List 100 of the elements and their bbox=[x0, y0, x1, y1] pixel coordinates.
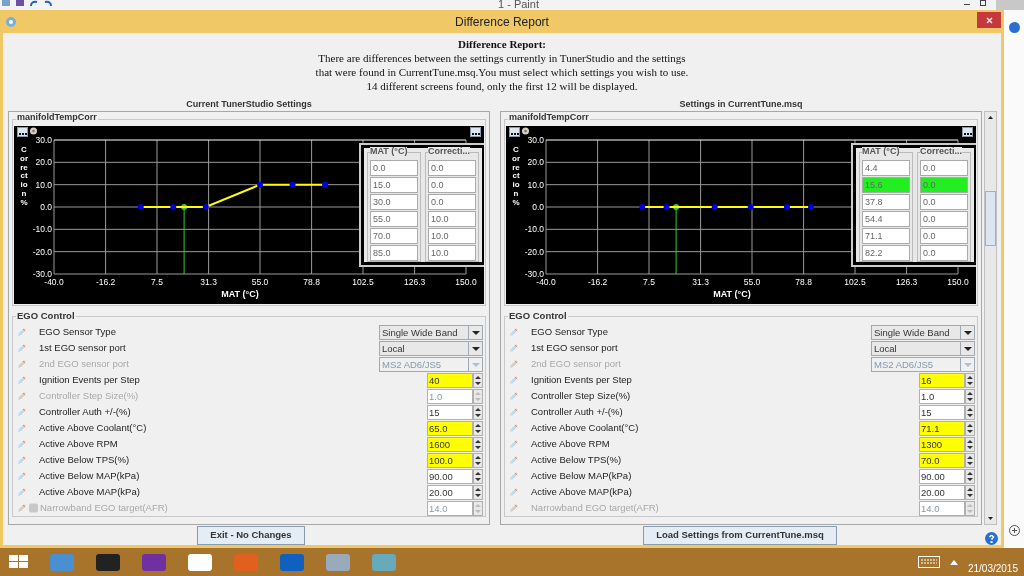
spinner-arrows-icon[interactable] bbox=[473, 420, 483, 436]
dropdown[interactable]: Local bbox=[379, 340, 483, 356]
expand-button[interactable] bbox=[17, 127, 28, 137]
close-button[interactable] bbox=[977, 12, 1001, 28]
spinner-arrows-icon[interactable] bbox=[473, 436, 483, 452]
number-field[interactable]: 70.0 bbox=[919, 452, 965, 468]
setting-label: Narrowband EGO target(AFR) bbox=[40, 500, 168, 515]
spinner-arrows-icon[interactable] bbox=[965, 484, 975, 500]
clock-date[interactable]: 21/03/2015 bbox=[967, 560, 1018, 576]
table-cell[interactable]: 71.1 bbox=[862, 228, 910, 244]
curve-point[interactable] bbox=[663, 204, 670, 210]
setting-label: 2nd EGO sensor port bbox=[39, 356, 129, 371]
number-field[interactable]: 71.1 bbox=[919, 420, 965, 436]
spinner-arrows-icon[interactable] bbox=[965, 388, 975, 404]
spinner-arrows-icon[interactable] bbox=[965, 404, 975, 420]
number-field[interactable]: 1300 bbox=[919, 436, 965, 452]
table-cell[interactable]: 0.0 bbox=[428, 194, 476, 210]
number-field[interactable]: 65.0 bbox=[427, 420, 473, 436]
spinner-arrows-icon[interactable] bbox=[473, 484, 483, 500]
table-cell[interactable]: 0.0 bbox=[920, 160, 968, 176]
load-settings-button[interactable]: Load Settings from CurrentTune.msq bbox=[643, 525, 837, 545]
setting-label: Active Below TPS(%) bbox=[39, 452, 130, 467]
setting-label: Active Above RPM bbox=[531, 436, 610, 451]
number-field[interactable]: 90.00 bbox=[919, 468, 965, 484]
number-field[interactable]: 16 bbox=[919, 372, 965, 388]
spinner-arrows-icon[interactable] bbox=[473, 372, 483, 388]
undo-icon[interactable] bbox=[30, 0, 38, 6]
scrollbar[interactable] bbox=[984, 111, 997, 525]
number-field[interactable]: 100.0 bbox=[427, 452, 473, 468]
setting-label: Active Below MAP(kPa) bbox=[39, 468, 140, 483]
spinner-arrows-icon[interactable] bbox=[473, 452, 483, 468]
panel-heading: Current TunerStudio Settings bbox=[185, 98, 313, 111]
table-cell[interactable]: 10.0 bbox=[428, 211, 476, 227]
caret-icon bbox=[468, 325, 482, 339]
number-field[interactable]: 15 bbox=[427, 404, 473, 420]
restore-icon[interactable] bbox=[980, 0, 986, 6]
table-cell[interactable]: 55.0 bbox=[370, 211, 418, 227]
number-field[interactable]: 20.00 bbox=[427, 484, 473, 500]
redo-icon[interactable] bbox=[44, 0, 52, 6]
spinner-arrows-icon[interactable] bbox=[473, 468, 483, 484]
keyboard-icon[interactable] bbox=[917, 556, 940, 568]
axis-tick-label: 10.0 bbox=[527, 179, 544, 190]
table-cell[interactable]: 10.0 bbox=[428, 228, 476, 244]
spinner-arrows-icon[interactable] bbox=[965, 420, 975, 436]
table-cell[interactable]: 15.0 bbox=[370, 177, 418, 193]
table-cell[interactable]: 0.0 bbox=[920, 194, 968, 210]
curve-point[interactable] bbox=[639, 204, 646, 210]
number-field[interactable]: 40 bbox=[427, 372, 473, 388]
table-cell[interactable]: 70.0 bbox=[370, 228, 418, 244]
group-title: EGO Control bbox=[16, 311, 76, 321]
options-button[interactable] bbox=[962, 127, 973, 137]
windows-icon[interactable] bbox=[9, 555, 29, 569]
dropdown[interactable]: Single Wide Band bbox=[379, 324, 483, 340]
table-cell[interactable]: 0.0 bbox=[428, 177, 476, 193]
column-header: MAT (°C) bbox=[862, 147, 900, 156]
options-button[interactable] bbox=[470, 127, 481, 137]
x-axis-label: MAT (°C) bbox=[221, 289, 259, 299]
caret-icon bbox=[468, 357, 482, 371]
table-cell[interactable]: 82.2 bbox=[862, 245, 910, 261]
table-cell[interactable]: 0.0 bbox=[920, 245, 968, 261]
spinner-arrows-icon[interactable] bbox=[965, 436, 975, 452]
curve-point[interactable] bbox=[202, 204, 209, 210]
dropdown[interactable]: Local bbox=[871, 340, 975, 356]
expand-button[interactable] bbox=[509, 127, 520, 137]
number-field[interactable]: 15 bbox=[919, 404, 965, 420]
curve-point[interactable] bbox=[711, 204, 718, 210]
curve-point[interactable] bbox=[783, 204, 790, 210]
curve-point[interactable] bbox=[747, 204, 754, 210]
axis-tick-label: 0.0 bbox=[40, 202, 52, 212]
caret-up-icon[interactable] bbox=[949, 559, 958, 565]
plus-icon[interactable] bbox=[1008, 525, 1020, 536]
spinner-arrows-icon[interactable] bbox=[965, 452, 975, 468]
axis-tick-label: -40.0 bbox=[536, 277, 556, 287]
table-cell[interactable]: 30.0 bbox=[370, 194, 418, 210]
table-cell[interactable]: 54.4 bbox=[862, 211, 910, 227]
dropdown[interactable]: Single Wide Band bbox=[871, 324, 975, 340]
scroll-thumb[interactable] bbox=[985, 190, 996, 246]
table-cell[interactable]: 0.0 bbox=[370, 160, 418, 176]
axis-tick-label: 150.0 bbox=[455, 277, 477, 287]
spinner-arrows-icon[interactable] bbox=[965, 372, 975, 388]
table-cell[interactable]: 85.0 bbox=[370, 245, 418, 261]
table-cell[interactable]: 15.6 bbox=[862, 177, 910, 193]
number-field[interactable]: 1600 bbox=[427, 436, 473, 452]
number-field[interactable]: 20.00 bbox=[919, 484, 965, 500]
spinner-arrows-icon[interactable] bbox=[965, 468, 975, 484]
table-cell[interactable]: 0.0 bbox=[428, 160, 476, 176]
table-cell[interactable]: 0.0 bbox=[920, 211, 968, 227]
number-field[interactable]: 1.0 bbox=[919, 388, 965, 404]
setting-label: Ignition Events per Step bbox=[531, 372, 632, 387]
number-field[interactable]: 90.00 bbox=[427, 468, 473, 484]
table-cell[interactable]: 4.4 bbox=[862, 160, 910, 176]
table-cell[interactable]: 37.8 bbox=[862, 194, 910, 210]
table-cell[interactable]: 0.0 bbox=[920, 228, 968, 244]
table-cell[interactable]: 0.0 bbox=[920, 177, 968, 193]
axis-tick-label: -10.0 bbox=[524, 224, 544, 235]
curve-point[interactable] bbox=[170, 204, 177, 210]
y-axis-label: Correction % bbox=[20, 146, 28, 208]
exit-button[interactable]: Exit - No Changes bbox=[197, 525, 305, 545]
table-cell[interactable]: 10.0 bbox=[428, 245, 476, 261]
spinner-arrows-icon[interactable] bbox=[473, 404, 483, 420]
